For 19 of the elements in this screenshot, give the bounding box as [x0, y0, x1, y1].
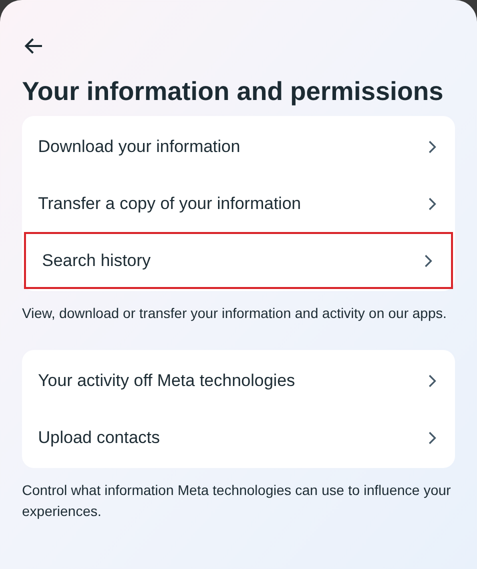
menu-item-label: Search history	[42, 250, 151, 272]
menu-item[interactable]: Download your information	[22, 118, 455, 175]
section-description: Control what information Meta technologies can use to influence your experiences.	[22, 481, 452, 521]
menu-item[interactable]: Your activity off Meta technologies	[22, 352, 455, 409]
chevron-right-icon	[428, 374, 437, 388]
menu-item-label: Upload contacts	[38, 426, 160, 449]
menu-item-label: Transfer a copy of your information	[38, 192, 301, 215]
chevron-right-icon	[428, 196, 437, 210]
menu-item[interactable]: Upload contacts	[22, 409, 455, 466]
section-description: View, download or transfer your information and activity on our apps.	[22, 304, 448, 323]
menu-item-label: Download your information	[38, 136, 240, 158]
menu-item-label: Your activity off Meta technologies	[38, 370, 296, 392]
menu-item[interactable]: Search history	[24, 232, 453, 289]
chevron-right-icon	[424, 254, 433, 268]
menu-item[interactable]: Transfer a copy of your information	[22, 175, 455, 232]
page-title: Your information and permissions	[22, 75, 444, 108]
chevron-right-icon	[428, 430, 437, 444]
back-arrow-icon[interactable]	[24, 36, 44, 56]
chevron-right-icon	[428, 140, 437, 154]
